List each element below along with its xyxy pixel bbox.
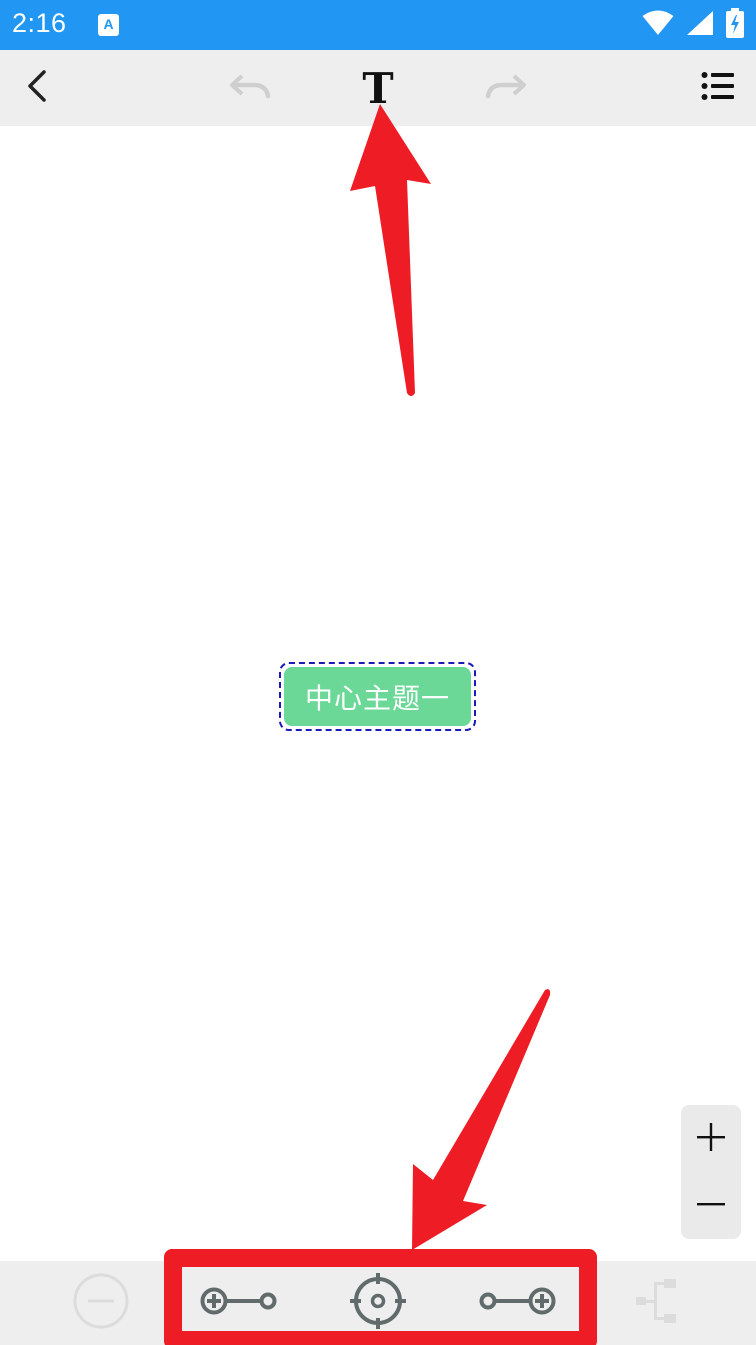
zoom-controls bbox=[681, 1105, 741, 1239]
undo-button[interactable] bbox=[224, 50, 276, 126]
zoom-in-button[interactable] bbox=[681, 1105, 741, 1172]
status-bar: 2:16 A bbox=[0, 0, 756, 50]
status-icons bbox=[642, 8, 744, 42]
locate-center-button[interactable] bbox=[346, 1261, 410, 1345]
text-style-button[interactable]: T bbox=[350, 50, 406, 126]
zoom-out-icon bbox=[696, 1189, 726, 1223]
central-topic-node[interactable]: 中心主题一 bbox=[279, 662, 476, 731]
mindmap-canvas[interactable]: 中心主题一 bbox=[0, 126, 756, 1261]
add-sibling-node-icon bbox=[478, 1284, 556, 1322]
delete-node-button[interactable] bbox=[70, 1261, 132, 1345]
add-sibling-node-button[interactable] bbox=[476, 1261, 558, 1345]
editor-toolbar: T bbox=[0, 50, 756, 126]
text-style-icon: T bbox=[362, 64, 394, 113]
add-child-node-button[interactable] bbox=[198, 1261, 280, 1345]
locate-center-icon bbox=[349, 1272, 407, 1334]
signal-icon bbox=[686, 10, 714, 40]
bottom-action-bar bbox=[0, 1261, 756, 1345]
zoom-in-icon bbox=[696, 1122, 726, 1156]
zoom-out-button[interactable] bbox=[681, 1172, 741, 1239]
redo-button[interactable] bbox=[480, 50, 532, 126]
back-icon bbox=[26, 69, 48, 107]
app-notification-icon: A bbox=[98, 14, 119, 36]
status-time: 2:16 bbox=[12, 8, 67, 38]
wifi-icon bbox=[642, 10, 674, 40]
battery-charging-icon bbox=[726, 8, 744, 42]
redo-icon bbox=[484, 73, 528, 103]
add-child-node-icon bbox=[200, 1284, 278, 1322]
delete-node-icon bbox=[72, 1272, 130, 1334]
undo-icon bbox=[228, 73, 272, 103]
central-topic-label: 中心主题一 bbox=[284, 667, 471, 726]
outline-list-icon bbox=[701, 71, 735, 105]
back-button[interactable] bbox=[14, 50, 60, 126]
tree-layout-button[interactable] bbox=[628, 1261, 684, 1345]
tree-layout-icon bbox=[634, 1276, 678, 1330]
outline-list-button[interactable] bbox=[694, 50, 742, 126]
